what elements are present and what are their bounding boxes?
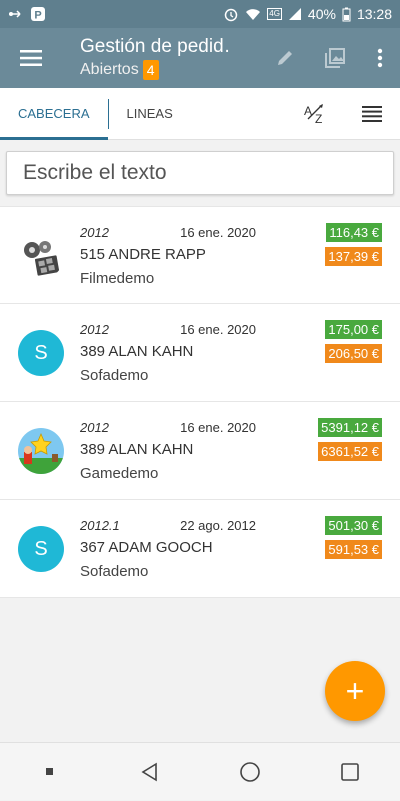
battery-icon [342, 7, 351, 22]
dot-icon [46, 767, 53, 775]
client-company: Sofademo [80, 563, 149, 580]
order-date: 22 ago. 2012 [180, 518, 256, 533]
order-total-with-tax: 137,39 € [325, 247, 382, 266]
list-item[interactable]: 2012 16 ene. 2020 389 ALAN KAHN Gamedemo… [0, 402, 400, 500]
search-input[interactable] [23, 161, 393, 185]
client-name: 389 ALAN KAHN [80, 441, 194, 458]
client-name: 367 ADAM GOOCH [80, 539, 213, 556]
back-triangle-icon [141, 762, 157, 781]
orders-list: 2012 16 ene. 2020 515 ANDRE RAPP Filmede… [0, 206, 400, 598]
home-circle-icon [240, 761, 260, 782]
overflow-menu-button[interactable] [360, 28, 400, 88]
list-view-button[interactable] [344, 88, 400, 140]
back-button[interactable] [120, 743, 180, 801]
order-series: 2012 [80, 420, 109, 435]
order-date: 16 ene. 2020 [180, 322, 256, 337]
wifi-icon [245, 7, 261, 21]
sort-az-icon: A Z [304, 103, 323, 125]
order-total-with-tax: 591,53 € [325, 540, 382, 559]
page-title: Gestión de pedid… [80, 36, 230, 57]
order-total-with-tax: 6361,52 € [318, 442, 382, 461]
order-series: 2012.1 [80, 518, 120, 533]
hamburger-menu-button[interactable] [0, 28, 62, 88]
order-total-with-tax: 206,50 € [325, 344, 382, 363]
order-total: 501,30 € [325, 516, 382, 535]
order-date: 16 ene. 2020 [180, 420, 256, 435]
clock-time: 13:28 [356, 6, 392, 22]
status-filter[interactable]: Abiertos 4 [80, 60, 260, 80]
alarm-icon [223, 6, 239, 22]
system-nav-bar [0, 742, 400, 800]
toolbar-titles: Gestión de pedid… Abiertos 4 [62, 36, 260, 80]
tab-lineas[interactable]: LINEAS [109, 88, 191, 140]
count-badge: 4 [142, 60, 159, 80]
list-item[interactable]: 2012 16 ene. 2020 515 ANDRE RAPP Filmede… [0, 206, 400, 304]
list-item[interactable]: S 2012 16 ene. 2020 389 ALAN KAHN Sofade… [0, 304, 400, 402]
sort-az-button[interactable]: A Z [288, 88, 344, 140]
recents-button[interactable] [320, 743, 380, 801]
menu-icon [20, 50, 42, 66]
order-total: 5391,12 € [318, 418, 382, 437]
status-filter-label: Abiertos [80, 61, 139, 78]
parking-app-icon: P [30, 6, 46, 22]
add-order-button[interactable]: + [325, 661, 385, 721]
square-icon [341, 762, 359, 781]
signal-icon [288, 7, 302, 21]
photo-library-icon [325, 48, 345, 68]
avatar: S [18, 526, 64, 572]
battery-percent: 40% [307, 6, 336, 22]
client-name: 389 ALAN KAHN [80, 343, 194, 360]
tab-bar: CABECERA LINEAS A Z [0, 88, 400, 140]
tab-cabecera[interactable]: CABECERA [0, 88, 108, 140]
client-company: Sofademo [80, 367, 149, 384]
client-company: Gamedemo [80, 465, 159, 482]
list-item[interactable]: S 2012.1 22 ago. 2012 367 ADAM GOOCH Sof… [0, 500, 400, 598]
list-icon [362, 105, 382, 122]
gallery-button[interactable] [310, 28, 360, 88]
game-icon [18, 428, 64, 474]
client-name: 515 ANDRE RAPP [80, 246, 206, 263]
edit-button[interactable] [260, 28, 310, 88]
avatar: S [18, 330, 64, 376]
usb-icon [8, 7, 24, 21]
order-total: 175,00 € [325, 320, 382, 339]
order-date: 16 ene. 2020 [180, 225, 256, 240]
client-company: Filmedemo [80, 270, 155, 287]
order-series: 2012 [80, 225, 109, 240]
home-button[interactable] [220, 743, 280, 801]
search-box [6, 151, 394, 195]
order-series: 2012 [80, 322, 109, 337]
more-vert-icon [377, 48, 383, 68]
app-toolbar: Gestión de pedid… Abiertos 4 [0, 28, 400, 88]
svg-text:Z: Z [315, 112, 322, 125]
status-bar: P 4G 40% 13:28 [0, 0, 400, 28]
order-total: 116,43 € [326, 223, 382, 242]
pencil-icon [278, 51, 292, 65]
recent-dot-button[interactable] [20, 743, 80, 801]
film-icon [18, 233, 64, 279]
svg-text:P: P [34, 10, 41, 22]
network-type-badge: 4G [267, 8, 282, 20]
